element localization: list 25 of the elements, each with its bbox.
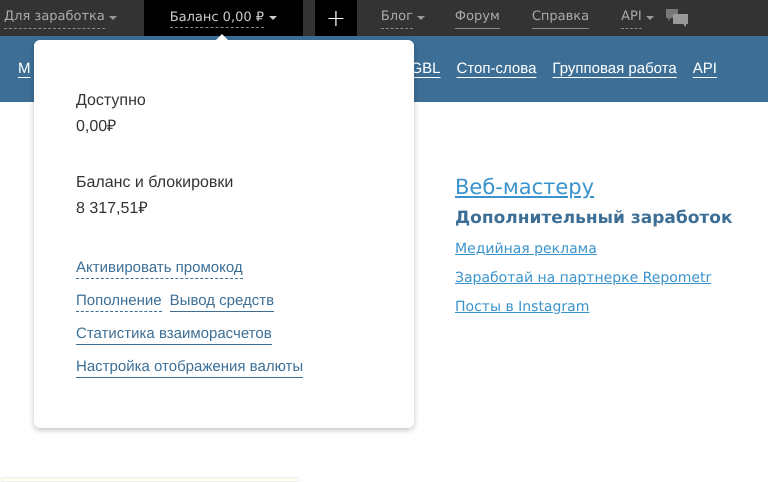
nav-link[interactable]: Групповая работа — [552, 58, 677, 80]
nav-link[interactable]: Форум — [454, 7, 500, 29]
menu-link[interactable]: Активировать промокод — [76, 258, 243, 279]
menu-link[interactable]: Настройка отображения валюты — [76, 357, 304, 378]
section-link[interactable]: Посты в Instagram — [455, 297, 590, 318]
nav-link[interactable]: API — [692, 58, 717, 80]
menu-link[interactable]: Блог — [380, 7, 413, 29]
section-link[interactable]: Веб-мастеру — [455, 172, 594, 204]
balance-label: Доступно — [76, 91, 147, 111]
menu-link[interactable]: Вывод средств — [170, 291, 274, 312]
menu-link[interactable]: Пополнение — [76, 291, 162, 312]
balance-amount: 8 317,51₽ — [76, 199, 148, 219]
nav-link[interactable]: Справка — [532, 7, 590, 29]
balance-amount: 0,00₽ — [76, 117, 118, 137]
menu-link[interactable]: API — [621, 7, 642, 29]
section-link[interactable]: Медийная реклама — [455, 239, 597, 260]
section-link[interactable]: Заработай на партнерке Repometr — [455, 268, 712, 289]
section-heading: Дополнительный заработок — [455, 206, 732, 230]
add-button[interactable]: + — [314, 0, 357, 36]
balance-label: Баланс и блокировки — [76, 173, 234, 193]
nav-link[interactable]: Стоп-слова — [456, 58, 536, 80]
nav-link[interactable]: М — [18, 58, 30, 80]
balance-button[interactable]: Баланс 0,00 ₽ — [144, 0, 303, 36]
menu-link[interactable]: Статистика взаиморасчетов — [76, 324, 272, 345]
menu-link[interactable]: Для заработка — [4, 7, 105, 29]
